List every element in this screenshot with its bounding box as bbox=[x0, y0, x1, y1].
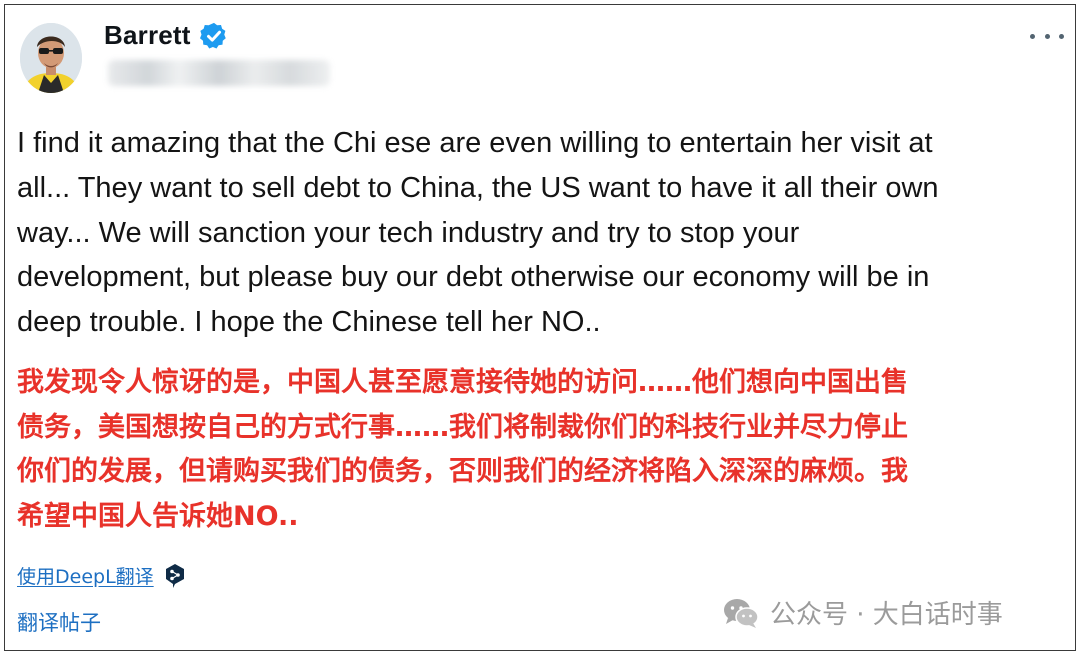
post-text-line: development, but please buy our debt oth… bbox=[17, 261, 930, 294]
more-dot bbox=[1059, 33, 1064, 39]
author-name-row: Barrett bbox=[104, 20, 229, 51]
author-name[interactable]: Barrett bbox=[104, 20, 191, 51]
more-dot bbox=[1030, 33, 1035, 39]
post-translation-chinese: 我发现令人惊讶的是，中国人甚至愿意接待她的访问……他们想向中国出售 债务，美国想… bbox=[17, 361, 1067, 539]
translation-line: 债务，美国想按自己的方式行事……我们将制裁你们的科技行业并尽力停止 bbox=[17, 411, 908, 443]
post-text-line: way... We will sanction your tech indust… bbox=[17, 216, 800, 249]
post-text-line: I find it amazing that the Chi ese are e… bbox=[17, 127, 933, 159]
verified-badge-icon bbox=[199, 21, 229, 51]
watermark: 公众号 · 大白话时事 bbox=[722, 594, 1003, 631]
post-text-line: deep trouble. I hope the Chinese tell he… bbox=[17, 306, 601, 339]
translate-post-link[interactable]: 翻译帖子 bbox=[17, 607, 101, 637]
translation-line: 我发现令人惊讶的是，中国人甚至愿意接待她的访问……他们想向中国出售 bbox=[17, 367, 908, 398]
watermark-text: 公众号 · 大白话时事 bbox=[770, 600, 1003, 630]
author-avatar[interactable] bbox=[20, 23, 82, 93]
deepl-logo-icon bbox=[164, 563, 186, 589]
wechat-icon bbox=[722, 596, 760, 630]
post-text-line: all... They want to sell debt to China, … bbox=[17, 171, 939, 204]
deepl-translate-link[interactable]: 使用DeepL翻译 bbox=[17, 562, 154, 589]
deepl-translate-row: 使用DeepL翻译 bbox=[17, 562, 186, 589]
post-text-english: I find it amazing that the Chi ese are e… bbox=[17, 121, 1067, 345]
translation-line: 你们的发展，但请购买我们的债务，否则我们的经济将陷入深深的麻烦。我 bbox=[17, 456, 908, 487]
more-options-icon[interactable] bbox=[1030, 26, 1064, 46]
more-dot bbox=[1044, 33, 1050, 39]
blurred-handle bbox=[108, 60, 330, 86]
translation-line: 希望中国人告诉她NO.. bbox=[17, 500, 299, 532]
avatar-image bbox=[20, 23, 82, 93]
